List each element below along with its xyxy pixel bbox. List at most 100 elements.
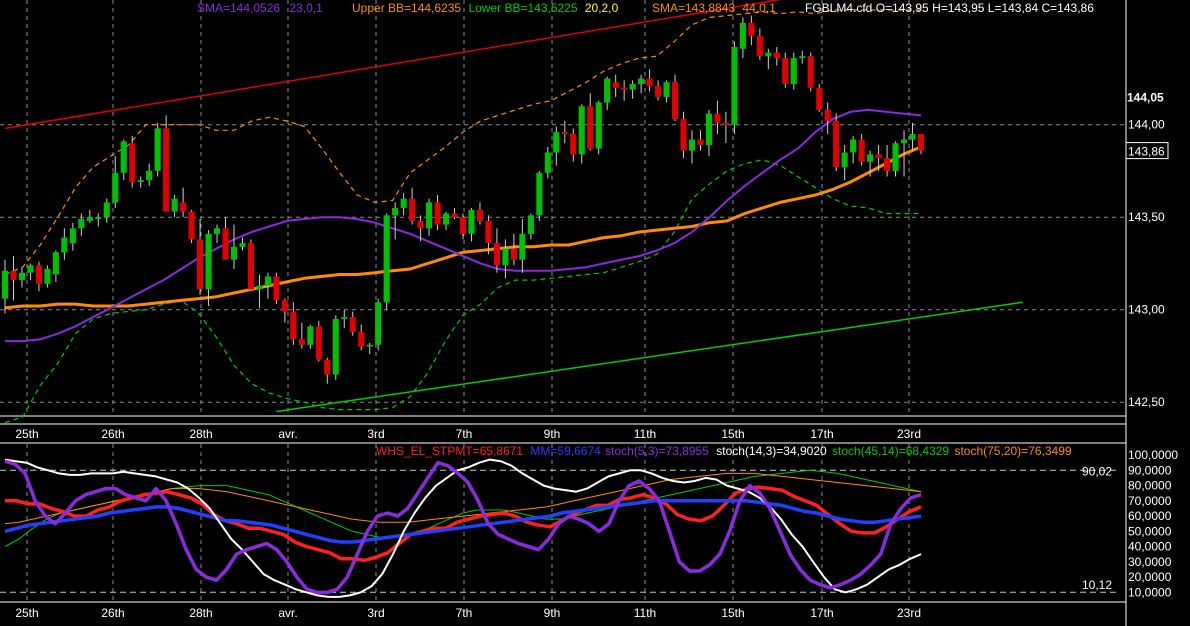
candle-bullish xyxy=(400,198,407,208)
sma23-value: SMA=144,0526 xyxy=(197,1,281,15)
candle-bullish xyxy=(383,215,390,303)
candle-bearish xyxy=(875,154,882,158)
price-tick-label: 144,00 xyxy=(1128,118,1165,132)
candle-bullish xyxy=(638,78,645,85)
candle-bullish xyxy=(739,22,746,49)
sma23-last-label: 144,05 xyxy=(1127,90,1164,104)
price-tick-label: 143,00 xyxy=(1128,303,1165,317)
chart-canvas: 144,00 143,50 143,00 142,50 144,05 143,86 100,… xyxy=(0,0,1178,626)
candle-bearish xyxy=(451,213,458,218)
candle-bearish xyxy=(672,82,679,120)
candle-bearish xyxy=(349,317,356,332)
sma23-params: 23,0,1 xyxy=(289,1,323,15)
candle-bearish xyxy=(247,243,254,290)
candle-bullish xyxy=(850,139,857,153)
date-label-top: avr. xyxy=(278,427,297,441)
date-label-bottom: 23rd xyxy=(897,606,921,620)
candle-bullish xyxy=(909,134,916,140)
candle-bearish xyxy=(587,106,594,149)
candle-bearish xyxy=(722,122,729,125)
date-label-bottom: 17th xyxy=(810,606,833,620)
date-label-top: 9th xyxy=(544,427,561,441)
candle-bearish xyxy=(180,202,187,212)
candle-bearish xyxy=(493,243,500,266)
mm-value: MM=59,6674 xyxy=(530,444,601,458)
date-label-bottom: 15th xyxy=(721,606,744,620)
candle-bullish xyxy=(69,228,76,244)
date-label-top: 11th xyxy=(634,427,656,441)
date-label-bottom: 7th xyxy=(456,606,473,620)
date-label-bottom: 9th xyxy=(544,606,561,620)
candle-bearish xyxy=(358,331,365,347)
candle-bullish xyxy=(519,233,526,260)
candle-bullish xyxy=(86,217,93,221)
candle-bearish xyxy=(680,119,687,151)
oscillator-panel xyxy=(4,458,922,598)
candle-bearish xyxy=(833,121,840,168)
candle-bullish xyxy=(239,243,246,247)
candle-bearish xyxy=(315,326,322,360)
candle-bearish xyxy=(324,359,331,375)
candle-bullish xyxy=(307,326,314,345)
candle-bearish xyxy=(570,134,577,155)
candle-bullish xyxy=(841,152,848,168)
candle-bearish xyxy=(485,220,492,244)
stoch53-value: stoch(5,3)=73,8955 xyxy=(605,444,709,458)
header-sma23: SMA=144,0526 23,0,1 xyxy=(197,1,323,15)
candle-bullish xyxy=(799,56,806,58)
candle-bullish xyxy=(578,106,585,155)
candle-bullish xyxy=(95,217,102,219)
candle-bearish xyxy=(884,158,891,171)
candle-bearish xyxy=(816,87,823,110)
candle-bearish xyxy=(298,339,305,345)
candle-bearish xyxy=(163,128,170,212)
upper-bb-value: Upper BB=144,6235 xyxy=(352,1,462,15)
date-label-bottom: avr. xyxy=(278,606,297,620)
candle-bearish xyxy=(459,217,466,234)
candle-bullish xyxy=(1,270,8,299)
osc-tick-label: 60,0000 xyxy=(1128,509,1172,523)
stoch143-value: stoch(14,3)=34,9020 xyxy=(716,444,827,458)
osc-upper-level-label: 90,02 xyxy=(1082,464,1112,478)
candle-bullish xyxy=(867,154,874,162)
sma44-params: 44,0,1 xyxy=(742,1,776,15)
candle-bearish xyxy=(222,228,229,260)
candle-bearish xyxy=(858,139,865,162)
candle-bullish xyxy=(366,344,373,347)
candle-bullish xyxy=(663,82,670,97)
candle-bearish xyxy=(417,220,424,229)
date-label-bottom: 11th xyxy=(634,606,656,620)
candle-bullish xyxy=(595,102,602,149)
candle-bullish xyxy=(103,202,110,218)
candle-bullish xyxy=(205,233,212,290)
candle-bullish xyxy=(892,143,899,171)
candle-bearish xyxy=(476,209,483,221)
candle-bullish xyxy=(214,228,221,234)
candle-bullish xyxy=(392,207,399,216)
candle-bullish xyxy=(18,272,25,281)
candle-bullish xyxy=(44,269,51,284)
candle-bullish xyxy=(502,248,509,266)
date-label-bottom: 28th xyxy=(189,606,212,620)
candle-bullish xyxy=(52,252,59,275)
candle-bullish xyxy=(443,213,450,225)
sma44-value: SMA=143,8843 xyxy=(652,1,736,15)
candle-bullish xyxy=(604,78,611,103)
osc-tick-label: 100,0000 xyxy=(1128,448,1178,462)
osc-tick-label: 70,0000 xyxy=(1128,494,1172,508)
stoch4514-value: stoch(45,14)=68,4329 xyxy=(832,444,950,458)
price-tick-label: 142,50 xyxy=(1128,395,1165,409)
candle-bearish xyxy=(782,58,789,84)
candle-bullish xyxy=(790,58,797,84)
candle-bullish xyxy=(332,319,339,375)
osc-tick-label: 50,0000 xyxy=(1128,524,1172,538)
candle-bearish xyxy=(807,56,814,88)
candle-bullish xyxy=(27,265,34,273)
osc-tick-label: 30,0000 xyxy=(1128,555,1172,569)
candle-bullish xyxy=(468,209,475,234)
osc-tick-label: 40,0000 xyxy=(1128,540,1172,554)
candle-bearish xyxy=(773,52,780,59)
last-close-label: 143,86 xyxy=(1128,145,1165,159)
candle-bearish xyxy=(129,143,136,183)
candle-bearish xyxy=(281,300,288,312)
